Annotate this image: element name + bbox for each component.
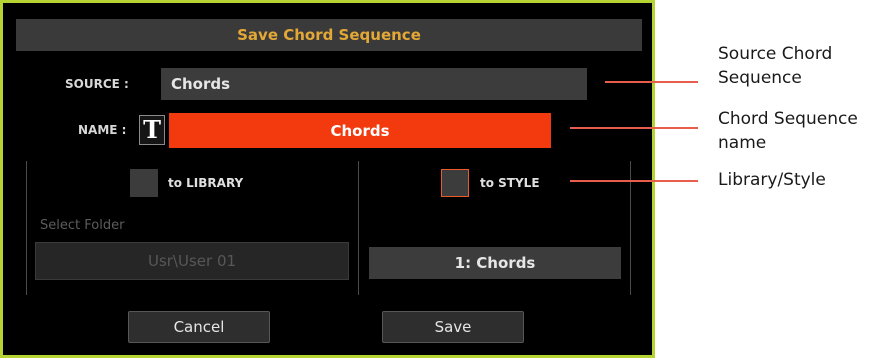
folder-field: Usr\User 01: [35, 242, 349, 280]
select-folder-label: Select Folder: [40, 218, 125, 233]
save-chord-sequence-dialog: Save Chord Sequence SOURCE : Chords NAME…: [0, 0, 655, 358]
name-label: NAME :: [78, 123, 127, 137]
library-style-callout: Library/Style: [718, 168, 878, 192]
source-callout-line1: Source Chord: [718, 44, 833, 64]
left-divider: [26, 161, 27, 295]
to-style-label: to STYLE: [480, 176, 540, 190]
source-callout-line: [605, 81, 698, 83]
style-slot-field[interactable]: 1: Chords: [369, 247, 621, 279]
name-callout-line2: name: [718, 133, 767, 153]
to-library-checkbox[interactable]: [130, 169, 158, 197]
source-field: Chords: [161, 68, 587, 100]
to-library-label: to LIBRARY: [168, 176, 244, 190]
cancel-button[interactable]: Cancel: [128, 311, 270, 343]
save-button[interactable]: Save: [382, 311, 524, 343]
source-callout: Source Chord Sequence: [718, 42, 878, 90]
library-style-callout-line: [570, 180, 698, 182]
name-callout-line: [570, 127, 698, 129]
dialog-title-bar: Save Chord Sequence: [16, 19, 642, 51]
name-callout: Chord Sequence name: [718, 107, 878, 155]
name-field[interactable]: Chords: [169, 113, 551, 148]
center-divider: [358, 161, 359, 295]
source-callout-line2: Sequence: [718, 68, 802, 88]
library-style-callout-line1: Library/Style: [718, 170, 826, 190]
to-style-checkbox[interactable]: [441, 169, 469, 197]
text-edit-icon[interactable]: T: [139, 115, 165, 145]
name-callout-line1: Chord Sequence: [718, 109, 858, 129]
dialog-title: Save Chord Sequence: [237, 26, 421, 44]
source-label: SOURCE :: [65, 77, 129, 91]
